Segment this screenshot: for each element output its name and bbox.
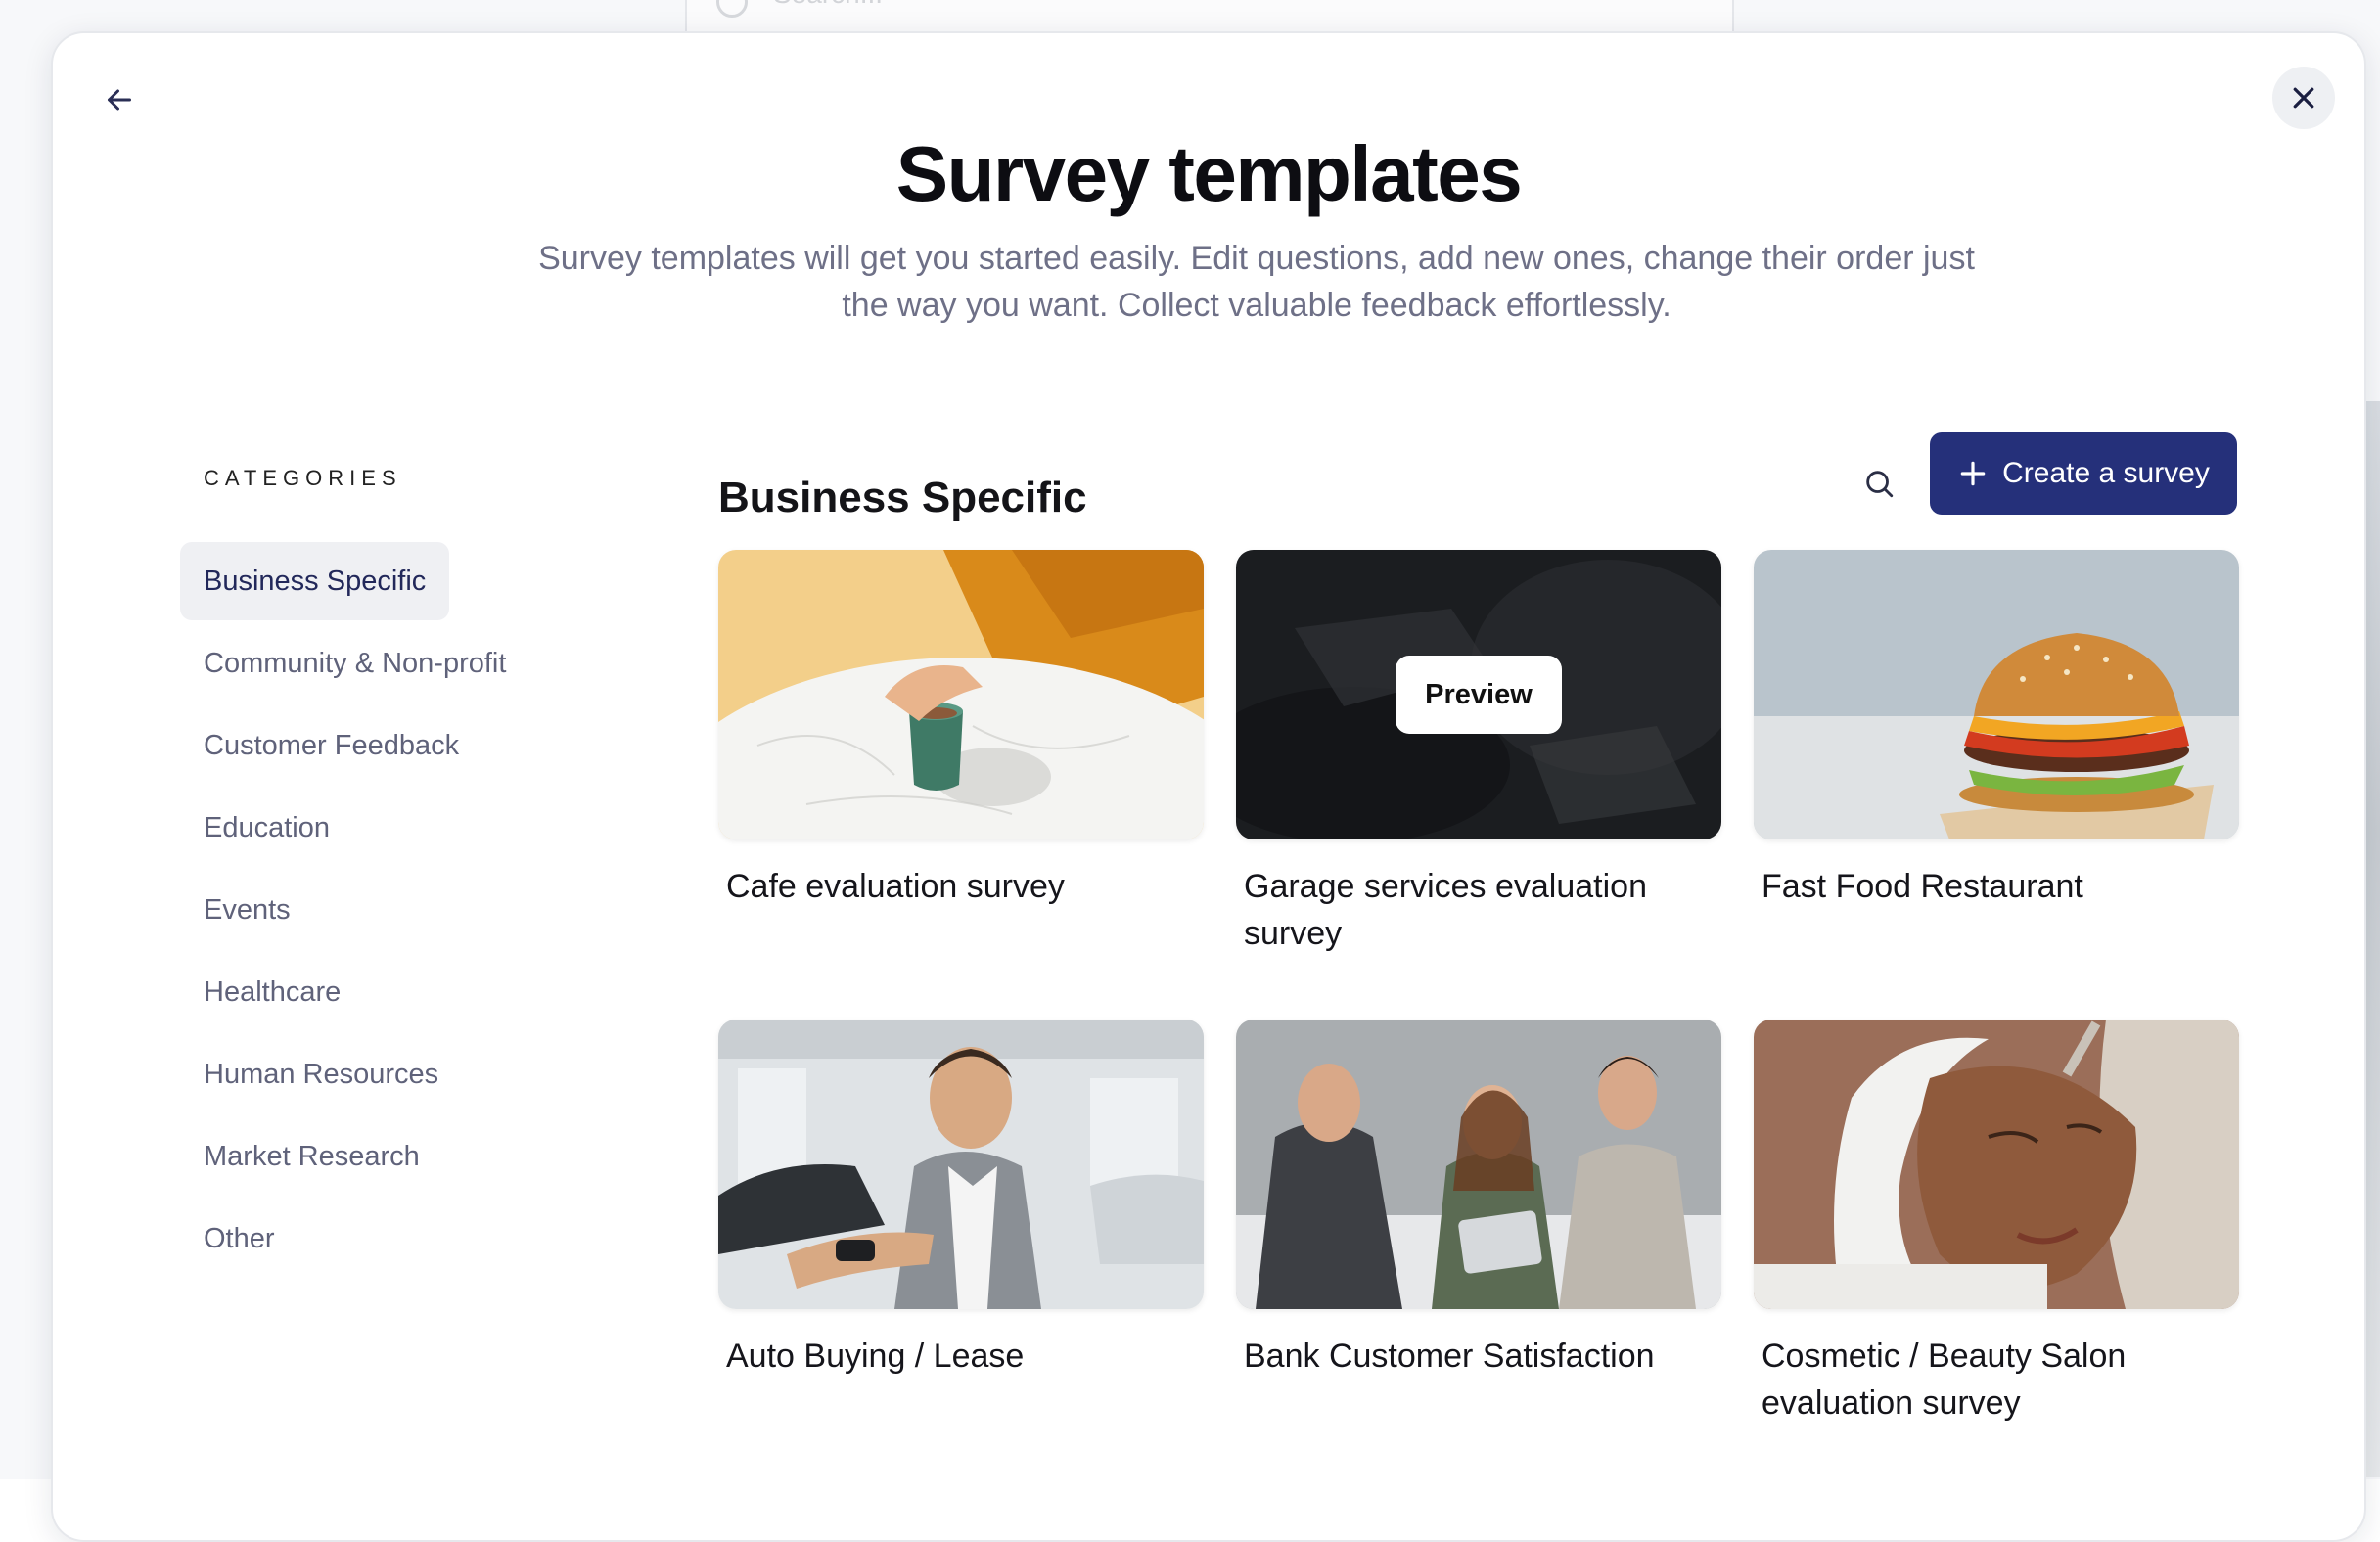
preview-button[interactable]: Preview	[1396, 656, 1562, 734]
template-card-garage[interactable]: Preview Garage services evaluation surve…	[1236, 550, 1721, 957]
arrow-left-icon	[108, 89, 131, 111]
create-survey-button[interactable]: Create a survey	[1930, 432, 2237, 515]
template-image-auto	[718, 1020, 1204, 1309]
category-list: Business Specific Community & Non-profit…	[180, 542, 572, 1282]
template-image-bank	[1236, 1020, 1721, 1309]
category-human-resources[interactable]: Human Resources	[180, 1035, 462, 1113]
template-image-cafe	[718, 550, 1204, 839]
category-community-non-profit[interactable]: Community & Non-profit	[180, 624, 529, 703]
close-button[interactable]	[2272, 67, 2335, 129]
template-title: Auto Buying / Lease	[726, 1338, 1025, 1375]
template-title: Garage services evaluation survey	[1244, 868, 1648, 952]
template-title: Bank Customer Satisfaction	[1244, 1338, 1655, 1375]
search-icon	[1866, 471, 1894, 498]
template-image-beauty	[1754, 1020, 2239, 1309]
background-search-bar: Search...	[685, 0, 1734, 33]
plus-icon	[1960, 461, 1986, 486]
search-icon	[716, 0, 748, 18]
category-healthcare[interactable]: Healthcare	[180, 953, 364, 1031]
template-title: Fast Food Restaurant	[1762, 868, 2083, 905]
back-button[interactable]	[92, 72, 147, 127]
category-events[interactable]: Events	[180, 871, 314, 949]
survey-templates-modal: Survey templates Survey templates will g…	[51, 31, 2366, 1542]
template-title: Cafe evaluation survey	[726, 868, 1065, 905]
category-education[interactable]: Education	[180, 789, 353, 867]
category-business-specific[interactable]: Business Specific	[180, 542, 450, 620]
category-other[interactable]: Other	[180, 1200, 298, 1278]
template-image-burger	[1754, 550, 2239, 839]
category-market-research[interactable]: Market Research	[180, 1117, 443, 1196]
template-card-cafe[interactable]: Cafe evaluation survey	[718, 550, 1204, 910]
close-icon	[2293, 87, 2314, 109]
section-title: Business Specific	[718, 474, 1087, 522]
background-search-placeholder: Search...	[773, 0, 883, 10]
create-survey-label: Create a survey	[2002, 457, 2210, 489]
search-button[interactable]	[1850, 454, 1908, 513]
template-card-auto[interactable]: Auto Buying / Lease	[718, 1020, 1204, 1380]
template-card-beauty-salon[interactable]: Cosmetic / Beauty Salon evaluation surve…	[1754, 1020, 2239, 1427]
category-customer-feedback[interactable]: Customer Feedback	[180, 706, 482, 785]
page-title: Survey templates	[895, 130, 1523, 217]
template-card-fast-food[interactable]: Fast Food Restaurant	[1754, 550, 2239, 910]
template-card-bank[interactable]: Bank Customer Satisfaction	[1236, 1020, 1721, 1380]
template-image-garage: Preview	[1236, 550, 1721, 839]
template-title: Cosmetic / Beauty Salon evaluation surve…	[1762, 1338, 2127, 1422]
page-subtitle: Survey templates will get you started ea…	[538, 240, 1975, 324]
categories-heading: CATEGORIES	[204, 466, 402, 490]
